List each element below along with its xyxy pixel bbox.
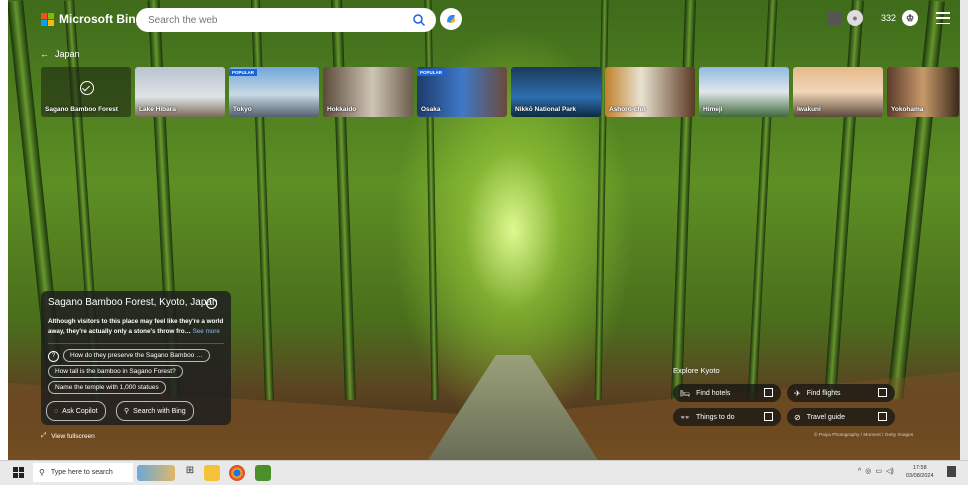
find-flights-button[interactable]: ✈ Find flights [787,384,895,402]
card-label: Hokkaido [327,106,357,113]
search-with-bing-button[interactable]: ⚲ Search with Bing [116,401,194,421]
chat-icon: ◌ [54,407,59,415]
image-credit: © Paiya Photography / Moment / Getty Ima… [814,433,914,438]
carousel-card-tokyo[interactable]: POPULAR Tokyo [229,67,319,117]
microsoft-logo-icon [41,12,54,26]
reward-points[interactable]: 332 [881,13,896,23]
display-icon[interactable]: ▭ [875,467,882,475]
external-link-icon [764,412,773,421]
destination-carousel: Sagano Bamboo Forest Lake Hibara POPULAR… [41,67,959,117]
chevron-up-icon[interactable]: ^ [858,468,861,475]
card-label: Ashoro-cho [609,106,646,113]
location-title: Sagano Bamboo Forest, Kyoto, Japan [48,297,218,308]
search-icon: ⚲ [39,468,45,477]
carousel-card-iwakuni[interactable]: Iwakuni [793,67,883,117]
bing-logo[interactable]: Microsoft Bing [41,12,143,26]
carousel-card-hokkaido[interactable]: Hokkaido [323,67,413,117]
binoculars-icon: 👓 [680,412,690,422]
compass-icon: ⊘ [794,412,801,422]
card-label: Sagano Bamboo Forest [45,106,118,113]
arrow-left-icon: ← [40,49,49,59]
network-icon[interactable]: ◎ [865,467,871,475]
find-hotels-button[interactable]: 🛏 Find hotels [673,384,781,402]
back-to-japan[interactable]: ← Japan [40,49,80,59]
search-input[interactable] [146,13,410,27]
volume-icon[interactable]: ◁) [886,467,894,475]
search-icon: ⚲ [124,408,130,415]
external-link-icon [878,388,887,397]
card-label: Lake Hibara [139,106,176,113]
clock[interactable]: 17:58 03/08/2024 [906,464,934,480]
question-chip-1[interactable]: How do they preserve the Sagano Bamboo … [63,349,210,362]
see-more-link[interactable]: See more [193,328,220,335]
check-icon [80,81,94,95]
card-label: Iwakuni [797,106,821,113]
carousel-card-sagano[interactable]: Sagano Bamboo Forest [41,67,131,117]
search-box[interactable] [136,8,436,32]
copilot-button[interactable] [440,8,462,30]
carousel-card-yokohama[interactable]: Yokohama [887,67,959,117]
things-to-do-button[interactable]: 👓 Things to do [673,408,781,426]
windows-start-icon[interactable] [13,467,24,478]
popular-badge: POPULAR [229,69,258,76]
news-widget-icon[interactable] [137,465,175,481]
info-panel: Sagano Bamboo Forest, Kyoto, Japan Altho… [41,291,231,425]
external-link-icon [878,412,887,421]
apps-square[interactable] [828,11,841,25]
rewards-trophy-icon[interactable]: ♔ [902,10,919,26]
file-explorer-icon[interactable] [204,465,220,481]
popular-badge: POPULAR [417,69,446,76]
question-icon: ? [48,351,59,362]
chrome-icon[interactable] [229,465,245,481]
carousel-card-lake-hibara[interactable]: Lake Hibara [135,67,225,117]
copilot-icon [447,15,455,23]
task-view-icon[interactable]: ⊞ [182,465,198,481]
card-label: Yokohama [891,106,924,113]
hamburger-menu-icon[interactable] [936,12,951,24]
explore-title: Explore Kyoto [673,366,720,375]
breadcrumb-label: Japan [55,49,80,59]
carousel-card-ashoro[interactable]: Ashoro-cho [605,67,695,117]
card-label: Nikkō National Park [515,106,577,113]
plane-icon: ✈ [794,388,801,398]
notification-icon[interactable] [947,466,956,477]
info-chat-icon[interactable] [206,298,217,309]
scrollbar[interactable] [960,0,968,460]
left-edge [0,0,8,460]
view-fullscreen-button[interactable]: ⤢ View fullscreen [41,432,95,440]
external-link-icon [764,388,773,397]
expand-icon: ⤢ [41,432,47,439]
avatar[interactable]: ● [847,10,863,26]
system-tray[interactable]: ^ ◎ ▭ ◁) [858,467,894,476]
ask-copilot-button[interactable]: ◌ Ask Copilot [46,401,106,421]
card-label: Osaka [421,106,441,113]
logo-text: Microsoft Bing [59,12,143,26]
taskbar: ⚲ Type here to search ⊞ ^ ◎ ▭ ◁) 17:58 0… [0,460,968,485]
travel-guide-button[interactable]: ⊘ Travel guide [787,408,895,426]
bed-icon: 🛏 [680,388,691,398]
carousel-card-himeji[interactable]: Himeji [699,67,789,117]
card-label: Himeji [703,106,723,113]
location-description: Although visitors to this place may feel… [48,318,224,335]
search-icon[interactable] [412,13,426,27]
taskbar-search[interactable]: ⚲ Type here to search [33,463,133,482]
minecraft-icon[interactable] [255,465,271,481]
carousel-card-osaka[interactable]: POPULAR Osaka [417,67,507,117]
card-label: Tokyo [233,106,252,113]
carousel-card-nikko[interactable]: Nikkō National Park [511,67,601,117]
question-chip-3[interactable]: Name the temple with 1,000 statues [48,381,166,394]
question-chip-2[interactable]: How tall is the bamboo in Sagano Forest? [48,365,183,378]
